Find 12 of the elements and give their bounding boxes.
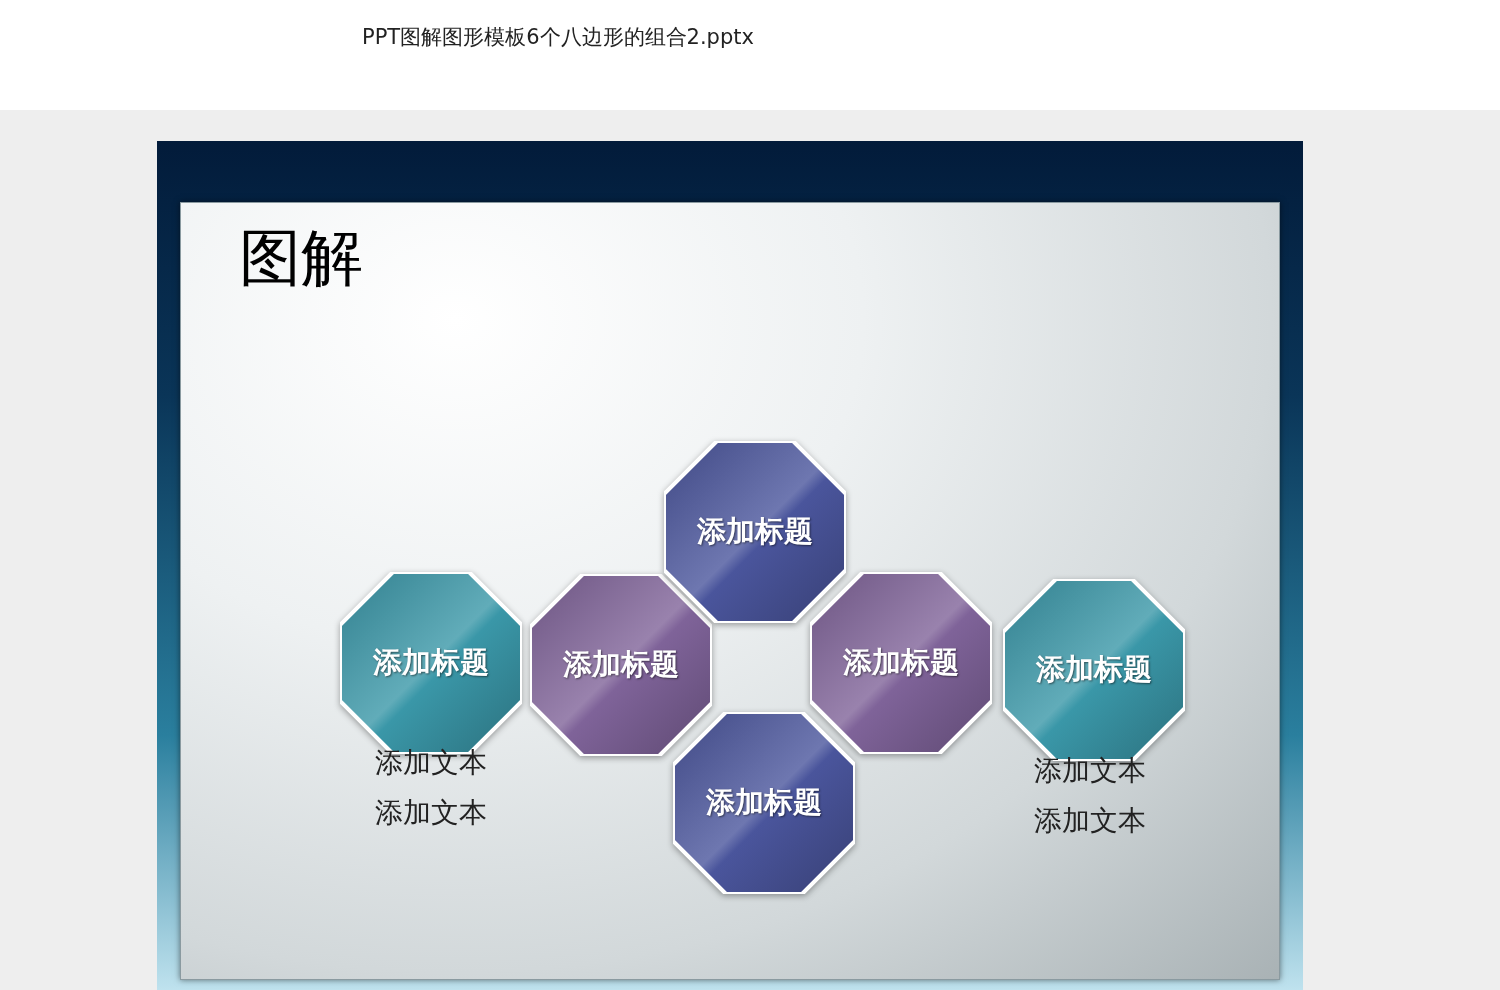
file-name: PPT图解图形模板6个八边形的组合2.pptx bbox=[362, 25, 754, 49]
body-text: 添加文本 bbox=[375, 795, 487, 831]
body-text: 添加文本 bbox=[1034, 803, 1146, 839]
octagon-title: 添加标题 bbox=[563, 646, 679, 684]
octagon-title: 添加标题 bbox=[697, 513, 813, 551]
octagon-title: 添加标题 bbox=[843, 644, 959, 682]
slide-title: 图解 bbox=[239, 221, 363, 294]
body-text: 添加文本 bbox=[1034, 753, 1146, 789]
octagon-title: 添加标题 bbox=[706, 784, 822, 822]
octagon-title: 添加标题 bbox=[1036, 651, 1152, 689]
octagon-title: 添加标题 bbox=[373, 644, 489, 682]
body-text: 添加文本 bbox=[375, 745, 487, 781]
